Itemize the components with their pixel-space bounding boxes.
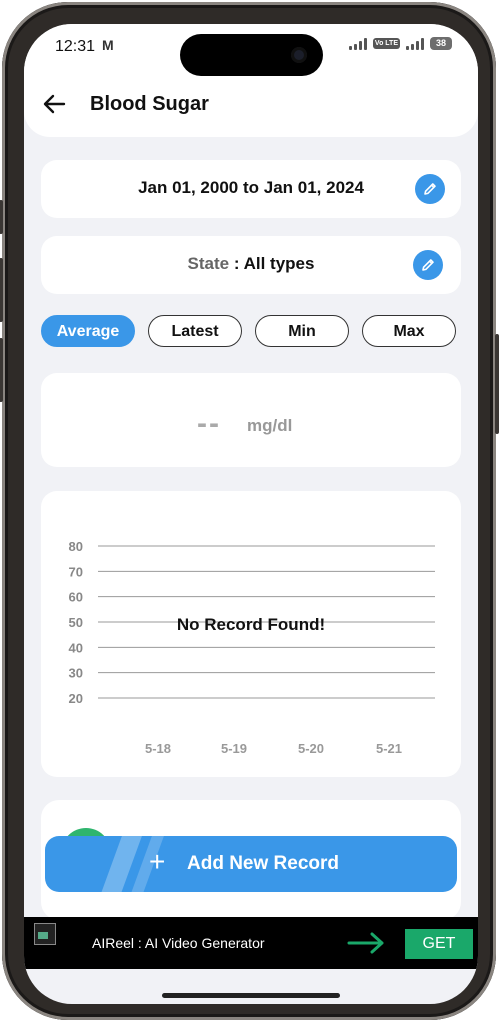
screen: 12:31 M Vo LTE 38 Blood Sugar Jan 01, 20… <box>24 24 478 1004</box>
volume-up-button <box>0 258 3 322</box>
ad-title: AIReel : AI Video Generator <box>92 935 265 951</box>
status-icons: Vo LTE 38 <box>348 37 452 50</box>
date-range-text: Jan 01, 2000 to Jan 01, 2024 <box>138 178 364 197</box>
dynamic-island <box>180 34 323 76</box>
camera-icon <box>291 47 307 63</box>
y-tick-label: 30 <box>69 666 83 681</box>
pencil-icon <box>424 183 436 195</box>
y-tick-label: 70 <box>69 564 83 579</box>
reading-card: -- mg/dl <box>41 373 461 467</box>
y-tick-label: 20 <box>69 691 83 706</box>
battery-icon: 38 <box>430 37 452 50</box>
date-range-card[interactable]: Jan 01, 2000 to Jan 01, 2024 <box>41 160 461 218</box>
arrow-right-icon <box>347 932 384 954</box>
ad-get-button[interactable]: GET <box>405 929 473 959</box>
status-time: 12:31 <box>55 38 96 55</box>
y-tick-label: 60 <box>69 590 83 605</box>
phone-frame: 12:31 M Vo LTE 38 Blood Sugar Jan 01, 20… <box>0 2 499 1020</box>
plus-icon: + <box>149 846 166 877</box>
tab-average[interactable]: Average <box>41 315 135 347</box>
volte-icon: Vo LTE <box>372 38 400 49</box>
state-line: State : All types <box>41 254 461 274</box>
mail-icon: M <box>102 37 114 53</box>
signal-icon-2 <box>406 37 424 50</box>
tab-min[interactable]: Min <box>255 315 349 347</box>
reading-unit: mg/dl <box>247 416 293 435</box>
action-button <box>0 200 3 234</box>
state-card[interactable]: State : All types <box>41 236 461 294</box>
state-label: State <box>187 254 230 273</box>
x-tick-label: 5-19 <box>221 741 247 756</box>
page-title: Blood Sugar <box>90 93 209 115</box>
edit-state-button[interactable] <box>413 250 443 280</box>
x-tick-label: 5-18 <box>145 741 171 756</box>
ad-banner[interactable]: AIReel : AI Video Generator GET <box>24 917 478 969</box>
back-arrow-icon[interactable] <box>40 90 68 118</box>
pencil-icon <box>422 259 434 271</box>
signal-icon <box>348 37 367 50</box>
no-record-message: No Record Found! <box>176 615 326 634</box>
tab-latest[interactable]: Latest <box>148 315 242 347</box>
state-separator: : <box>229 254 244 273</box>
volume-down-button <box>0 338 3 402</box>
x-tick-label: 5-20 <box>298 741 324 756</box>
tab-max[interactable]: Max <box>362 315 456 347</box>
power-button <box>495 334 499 434</box>
add-record-label: Add New Record <box>187 853 340 874</box>
home-indicator <box>162 993 340 998</box>
ad-app-icon <box>34 923 56 945</box>
y-tick-label: 40 <box>69 640 83 655</box>
chart-card: 80 70 60 50 40 30 20 5-18 5-19 5-20 5-21 No Record… <box>41 491 461 777</box>
add-record-button[interactable]: + Add New Record <box>45 836 457 892</box>
y-tick-label: 80 <box>69 539 83 554</box>
reading-value: -- <box>197 407 221 440</box>
edit-date-button[interactable] <box>415 174 445 204</box>
state-value: All types <box>243 254 315 273</box>
x-tick-label: 5-21 <box>376 741 402 756</box>
